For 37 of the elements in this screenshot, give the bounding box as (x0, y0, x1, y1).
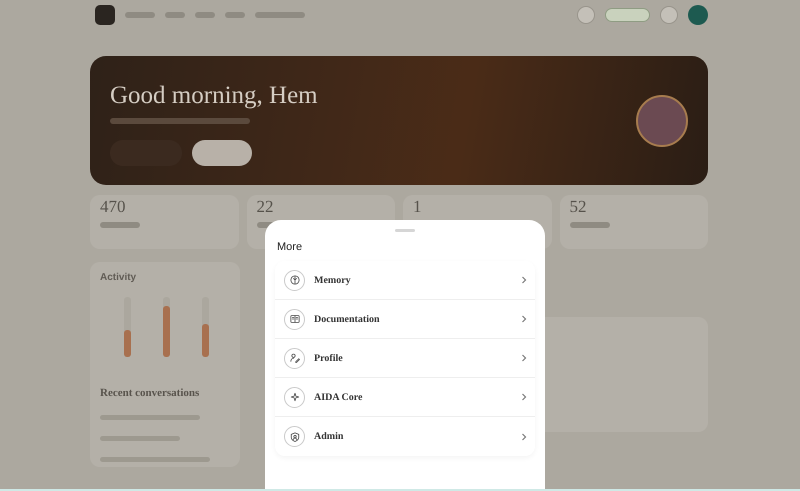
menu-item[interactable]: AIDA Core (275, 378, 535, 417)
section-title: Recent conversations (100, 387, 200, 399)
menu-item[interactable]: Profile (275, 339, 535, 378)
text-placeholder (570, 222, 610, 228)
toolbar-icon[interactable] (577, 6, 595, 24)
greeting-title: Good morning, Hem (110, 82, 319, 110)
nav-link-placeholder[interactable] (225, 12, 245, 18)
drag-handle[interactable] (395, 229, 415, 232)
stat-value: 52 (570, 198, 588, 216)
shield-user-icon (284, 426, 305, 447)
toolbar-icon[interactable] (660, 6, 678, 24)
chevron-right-icon (521, 354, 527, 362)
menu-item[interactable]: Admin (275, 417, 535, 456)
card-title: Activity (100, 272, 138, 283)
nav-link-placeholder[interactable] (195, 12, 215, 18)
text-placeholder (100, 222, 140, 228)
book-icon (284, 308, 305, 330)
sparkle-icon (284, 386, 305, 408)
chevron-right-icon (521, 315, 527, 323)
nav-link-placeholder[interactable] (255, 12, 305, 18)
stat-value: 470 (100, 198, 126, 216)
menu-item[interactable]: Memory (275, 261, 535, 300)
avatar-placeholder (636, 94, 688, 146)
sheet-title: More (277, 241, 304, 253)
avatar[interactable] (688, 5, 708, 25)
app-logo-icon[interactable] (95, 5, 115, 25)
menu-item[interactable]: Documentation (275, 300, 535, 339)
chevron-right-icon (521, 276, 527, 284)
stat-value: 22 (256, 198, 274, 216)
status-badge (605, 8, 650, 22)
banner-button[interactable] (192, 140, 252, 166)
chevron-right-icon (521, 432, 527, 440)
app-name-placeholder (125, 12, 155, 18)
user-edit-icon (284, 348, 305, 368)
chevron-right-icon (521, 393, 527, 401)
stat-value: 1 (413, 198, 422, 216)
nav-link-placeholder[interactable] (165, 12, 185, 18)
